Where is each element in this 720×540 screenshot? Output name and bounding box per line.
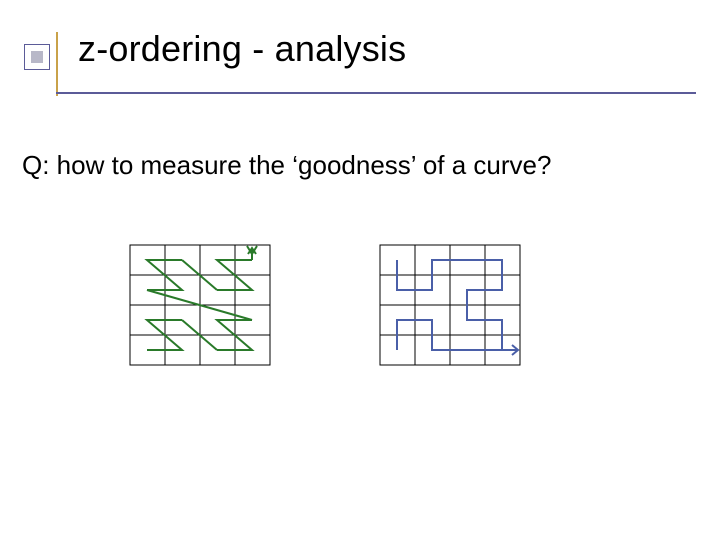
title-bullet-icon: [24, 44, 50, 70]
slide-title: z-ordering - analysis: [78, 28, 406, 70]
title-vertical-rule: [56, 32, 58, 96]
figures-row: [0, 240, 720, 440]
title-underline: [56, 92, 696, 94]
figure-z-curve: [120, 240, 280, 370]
figure-hilbert-curve: [370, 240, 530, 370]
slide: z-ordering - analysis Q: how to measure …: [0, 0, 720, 540]
slide-body-text: Q: how to measure the ‘goodness’ of a cu…: [22, 150, 551, 181]
title-row: z-ordering - analysis: [0, 22, 720, 72]
